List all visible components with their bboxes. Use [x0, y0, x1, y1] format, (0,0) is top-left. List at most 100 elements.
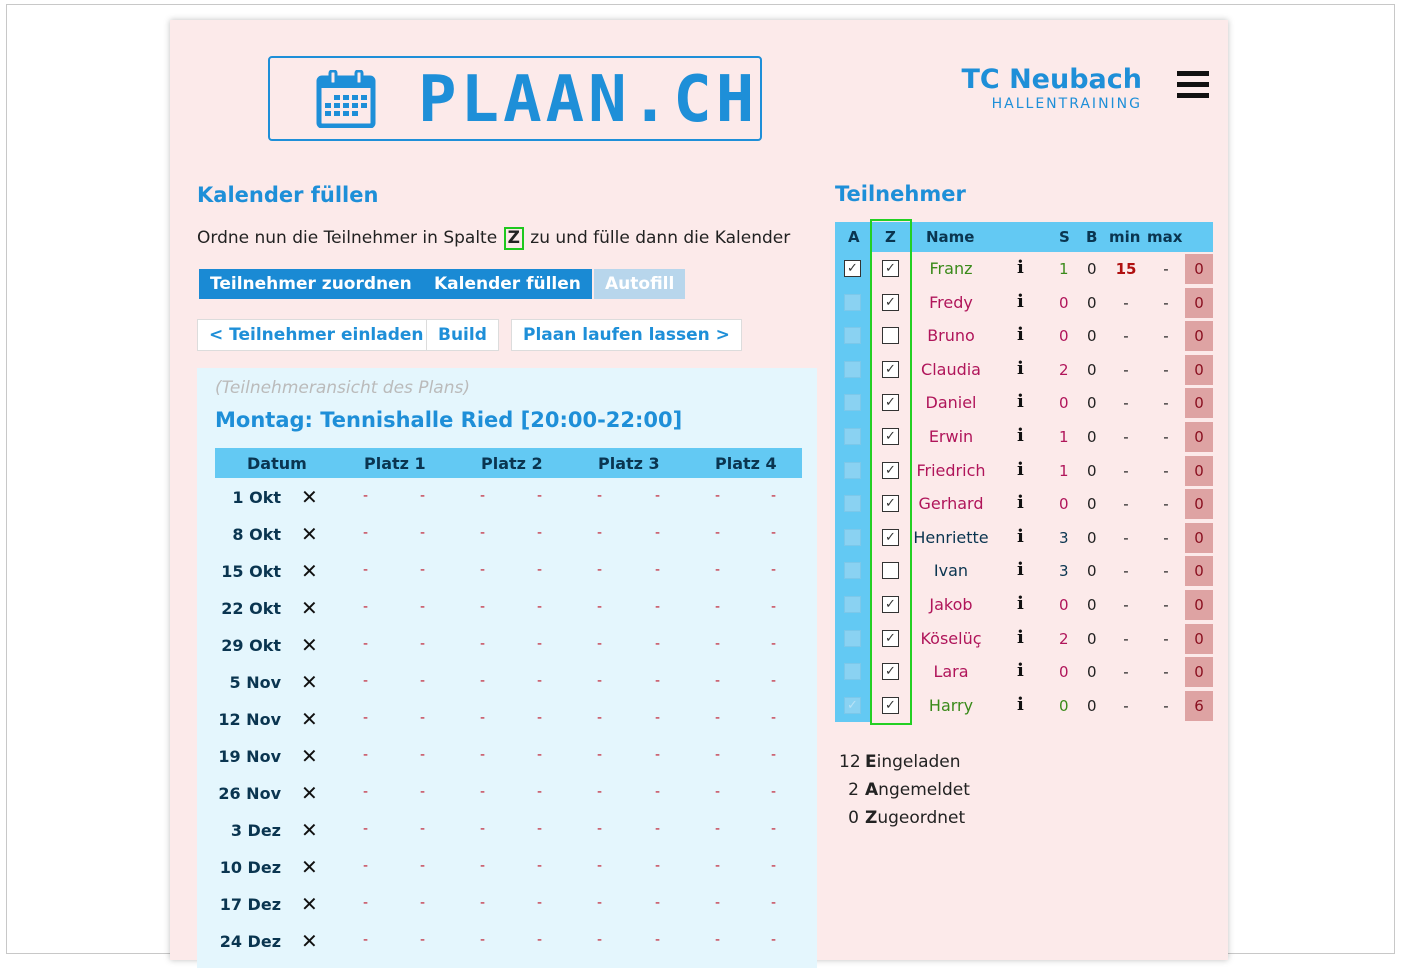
info-icon[interactable]: i [1017, 257, 1024, 278]
build-button[interactable]: Build [426, 319, 499, 351]
assign-checkbox[interactable]: ✓ [882, 495, 899, 513]
info-icon[interactable]: i [1017, 660, 1024, 681]
cancel-date-icon[interactable]: ✕ [301, 522, 318, 546]
cancel-date-icon[interactable]: ✕ [301, 818, 318, 842]
cancel-date-icon[interactable]: ✕ [301, 929, 318, 953]
max-value: - [1163, 461, 1169, 480]
cancel-date-icon[interactable]: ✕ [301, 596, 318, 620]
run-plan-button[interactable]: Plaan laufen lassen > [511, 319, 742, 351]
participant-name[interactable]: Henriette [909, 528, 993, 547]
col-header-court-3: Platz 3 [598, 454, 660, 473]
cancel-date-icon[interactable]: ✕ [301, 559, 318, 583]
cancel-date-icon[interactable]: ✕ [301, 781, 318, 805]
stat-label: ngemeldet [878, 780, 970, 800]
empty-slot: - [715, 562, 721, 578]
registered-cell: ✓ [835, 688, 871, 723]
assign-checkbox[interactable]: ✓ [882, 528, 899, 546]
assign-participants-button[interactable]: Teilnehmer zuordnen [199, 269, 423, 299]
info-icon[interactable]: i [1017, 492, 1024, 513]
participant-name[interactable]: Daniel [909, 393, 993, 412]
registered-checkbox[interactable]: ✓ [844, 260, 861, 277]
participant-row: Bruno i 0 0- -0 [835, 319, 1213, 353]
info-icon[interactable]: i [1017, 291, 1024, 312]
registered-cell [835, 520, 871, 555]
info-icon[interactable]: i [1017, 694, 1024, 715]
assign-checkbox[interactable] [882, 562, 899, 580]
empty-slot: - [420, 821, 426, 837]
info-icon[interactable]: i [1017, 559, 1024, 580]
assign-cell: ✓ [871, 454, 909, 488]
stat-initial: Z [865, 808, 878, 828]
assign-checkbox[interactable] [882, 327, 899, 345]
participant-row: ✓ Gerhard i 0 0- -0 [835, 487, 1213, 521]
participant-name[interactable]: Harry [909, 696, 993, 715]
cancel-date-icon[interactable]: ✕ [301, 744, 318, 768]
sessions-count: 0 [1059, 663, 1069, 682]
info-icon[interactable]: i [1017, 593, 1024, 614]
cancel-date-icon[interactable]: ✕ [301, 670, 318, 694]
plan-date: 15 Okt [221, 562, 281, 581]
info-icon[interactable]: i [1017, 526, 1024, 547]
invite-participants-button[interactable]: < Teilnehmer einladen [197, 319, 436, 351]
cancel-date-icon[interactable]: ✕ [301, 892, 318, 916]
participant-name[interactable]: Bruno [909, 326, 993, 345]
cancel-date-icon[interactable]: ✕ [301, 855, 318, 879]
participant-name[interactable]: Friedrich [909, 461, 993, 480]
assign-checkbox[interactable]: ✓ [882, 696, 899, 714]
participant-row: ✓ Friedrich i 1 0- -0 [835, 453, 1213, 488]
info-icon[interactable]: i [1017, 324, 1024, 345]
info-icon[interactable]: i [1017, 627, 1024, 648]
club-subtitle: HALLENTRAINING [991, 96, 1142, 112]
empty-slot: - [655, 599, 661, 615]
assign-checkbox[interactable]: ✓ [882, 293, 899, 311]
empty-slot: - [715, 525, 721, 541]
plaan-logo[interactable]: PLAAN.CH [268, 56, 762, 141]
assign-checkbox[interactable]: ✓ [882, 461, 899, 479]
cancel-date-icon[interactable]: ✕ [301, 633, 318, 657]
cancel-date-icon[interactable]: ✕ [301, 485, 318, 509]
assign-checkbox[interactable]: ✓ [882, 663, 899, 681]
hamburger-menu-icon[interactable] [1177, 71, 1209, 104]
assign-cell: ✓ [871, 622, 909, 656]
b-count: 0 [1087, 461, 1097, 480]
info-icon[interactable]: i [1017, 425, 1024, 446]
sessions-count: 3 [1059, 562, 1069, 581]
participant-name[interactable]: Ivan [909, 561, 993, 580]
assign-checkbox[interactable]: ✓ [882, 595, 899, 613]
fill-calendar-button[interactable]: Kalender füllen [423, 269, 592, 299]
b-count: 0 [1087, 495, 1097, 514]
min-value: - [1123, 427, 1129, 446]
cancel-date-icon[interactable]: ✕ [301, 707, 318, 731]
plan-title: Montag: Tennishalle Ried [20:00-22:00] [215, 408, 683, 432]
participant-name[interactable]: Franz [909, 259, 993, 278]
empty-slot: - [480, 747, 486, 763]
empty-slot: - [655, 821, 661, 837]
section-heading-fill: Kalender füllen [197, 183, 379, 207]
empty-slot: - [480, 710, 486, 726]
assign-checkbox[interactable]: ✓ [882, 629, 899, 647]
participant-row: ✓ Jakob i 0 0- -0 [835, 587, 1213, 622]
participant-name[interactable]: Jakob [909, 595, 993, 614]
empty-slot: - [537, 895, 543, 911]
participant-row: ✓ Köselüç i 2 0- -0 [835, 621, 1213, 656]
assign-checkbox[interactable]: ✓ [882, 260, 899, 277]
max-value: - [1163, 696, 1169, 715]
participant-name[interactable]: Köselüç [909, 629, 993, 648]
max-value: - [1163, 528, 1169, 547]
assign-checkbox[interactable]: ✓ [882, 360, 899, 378]
info-icon[interactable]: i [1017, 459, 1024, 480]
registered-checkbox [844, 394, 861, 412]
empty-slot: - [363, 599, 369, 615]
participant-name[interactable]: Gerhard [909, 494, 993, 513]
empty-slot: - [537, 599, 543, 615]
info-icon[interactable]: i [1017, 391, 1024, 412]
participant-name[interactable]: Lara [909, 662, 993, 681]
info-icon[interactable]: i [1017, 358, 1024, 379]
assign-checkbox[interactable]: ✓ [882, 394, 899, 412]
participant-name[interactable]: Fredy [909, 293, 993, 312]
participant-name[interactable]: Erwin [909, 427, 993, 446]
assign-checkbox[interactable]: ✓ [882, 427, 899, 445]
participant-name[interactable]: Claudia [909, 360, 993, 379]
min-value: 15 [1115, 260, 1137, 278]
empty-slot: - [537, 562, 543, 578]
